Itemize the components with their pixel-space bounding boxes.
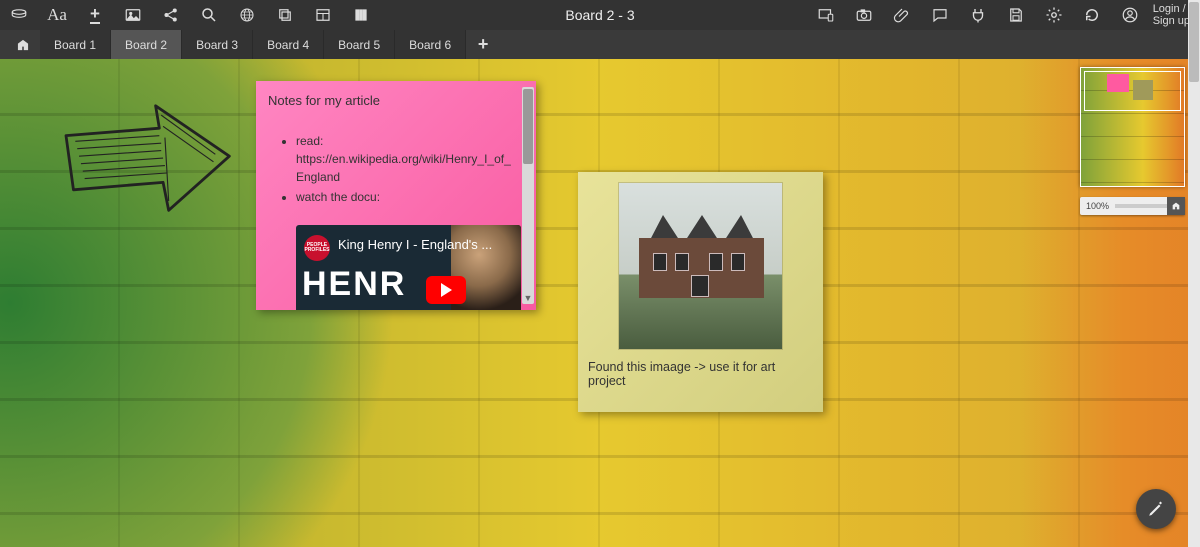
chat-icon[interactable] [921,0,959,30]
tab-board-6[interactable]: Board 6 [395,30,466,59]
tab-board-3[interactable]: Board 3 [182,30,253,59]
image-tool-icon[interactable] [114,0,152,30]
pasted-image[interactable] [618,182,783,350]
text-tool-icon[interactable]: Aa [38,0,76,30]
zoom-label: 100% [1080,201,1115,211]
zoom-control[interactable]: 100% [1080,197,1185,215]
camera-icon[interactable] [845,0,883,30]
device-icon[interactable] [807,0,845,30]
video-embed[interactable]: PEOPLE PROFILES King Henry I - England's… [296,225,521,310]
columns-icon[interactable] [342,0,380,30]
note-title: Notes for my article [268,93,514,108]
home-tab-icon[interactable] [6,30,40,59]
tab-board-1[interactable]: Board 1 [40,30,111,59]
list-item: watch the docu: [296,188,514,206]
note-bullet-list: read: https://en.wikipedia.org/wiki/Henr… [268,132,514,206]
settings-icon[interactable] [1035,0,1073,30]
sticky-note-pink[interactable]: Notes for my article read: https://en.wi… [256,81,536,310]
user-icon[interactable] [1111,0,1149,30]
add-tab-button[interactable]: + [466,30,500,59]
signup-link[interactable]: Sign up [1153,15,1190,27]
zoom-slider[interactable] [1115,204,1167,208]
app-menu-icon[interactable] [0,0,38,30]
tab-board-5[interactable]: Board 5 [324,30,395,59]
add-element-icon[interactable]: + [76,0,114,30]
sticky-note-yellow[interactable]: Found this imaage -> use it for art proj… [578,172,823,412]
scroll-down-icon[interactable]: ▼ [522,292,534,304]
board-title: Board 2 - 3 [565,7,634,23]
play-button-icon[interactable] [426,276,466,304]
plugin-icon[interactable] [959,0,997,30]
copy-icon[interactable] [266,0,304,30]
tab-board-4[interactable]: Board 4 [253,30,324,59]
tab-board-2[interactable]: Board 2 [111,30,182,59]
list-item: read: https://en.wikipedia.org/wiki/Henr… [296,132,514,186]
note-caption: Found this imaage -> use it for art proj… [588,360,813,388]
scroll-thumb[interactable] [1189,2,1199,82]
channel-badge: PEOPLE PROFILES [304,235,330,261]
layout-icon[interactable] [304,0,342,30]
minimap-viewport[interactable] [1084,71,1181,111]
top-toolbar: Aa + Board 2 - 3 Login / Sign up [0,0,1200,30]
share-icon[interactable] [152,0,190,30]
video-big-text: HENR [302,265,406,304]
video-title: King Henry I - England's ... [338,237,492,252]
zoom-reset-icon[interactable] [1167,197,1185,215]
minimap[interactable] [1080,67,1185,187]
attachment-icon[interactable] [883,0,921,30]
window-scrollbar[interactable] [1188,0,1200,547]
scroll-thumb[interactable] [523,89,533,164]
board-canvas[interactable]: Notes for my article read: https://en.wi… [0,59,1200,547]
login-link[interactable]: Login / [1153,3,1186,15]
edit-fab[interactable] [1136,489,1176,529]
note-scrollbar[interactable]: ▲ ▼ [522,87,534,304]
globe-icon[interactable] [228,0,266,30]
save-icon[interactable] [997,0,1035,30]
refresh-icon[interactable] [1073,0,1111,30]
search-icon[interactable] [190,0,228,30]
arrow-drawing[interactable] [55,89,245,229]
board-tabs: Board 1 Board 2 Board 3 Board 4 Board 5 … [0,30,1200,59]
